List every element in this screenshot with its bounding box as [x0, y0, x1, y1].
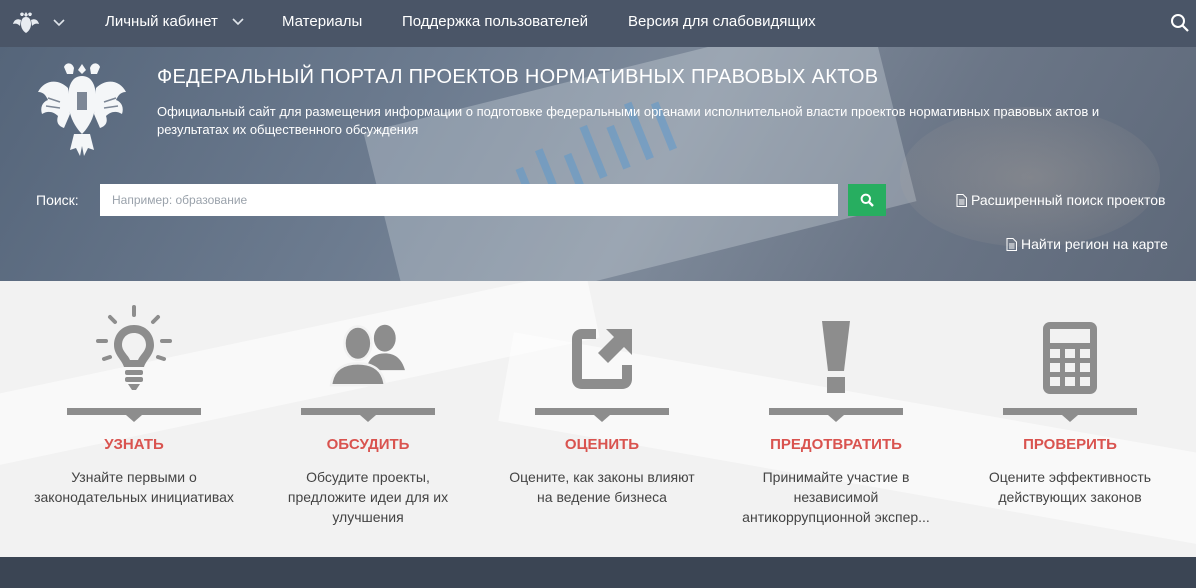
icon-shelf: [67, 408, 201, 415]
region-map-label: Найти регион на карте: [1021, 236, 1168, 252]
icon-shelf-notch: [828, 415, 844, 422]
advanced-search-link[interactable]: Расширенный поиск проектов: [956, 192, 1165, 208]
nav-item-cabinet[interactable]: Личный кабинет: [105, 13, 244, 30]
feature-description: Оцените эффективность действующих законо…: [988, 469, 1152, 505]
footer-band: [0, 557, 1196, 588]
document-icon: [956, 193, 967, 207]
hero-banner: ФЕДЕРАЛЬНЫЙ ПОРТАЛ ПРОЕКТОВ НОРМАТИВНЫХ …: [0, 47, 1196, 281]
emblem-icon[interactable]: [11, 8, 41, 38]
nav-item-support[interactable]: Поддержка пользователей: [402, 13, 588, 30]
search-icon: [860, 193, 874, 207]
feature-evaluate[interactable]: ОЦЕНИТЬ Оцените, как законы влияют на ве…: [502, 281, 702, 557]
external-link-icon: [572, 329, 632, 389]
feature-learn[interactable]: УЗНАТЬ Узнайте первыми о законодательных…: [34, 281, 234, 557]
icon-shelf: [1003, 408, 1137, 415]
lightbulb-icon: [96, 305, 172, 390]
calculator-icon: [1043, 322, 1097, 394]
exclamation-icon: [822, 321, 850, 393]
feature-prevent[interactable]: ПРЕДОТВРАТИТЬ Принимайте участие в незав…: [736, 281, 936, 557]
search-label: Поиск:: [36, 192, 79, 208]
chevron-down-icon: [232, 18, 244, 26]
region-map-link[interactable]: Найти регион на карте: [1006, 236, 1168, 252]
icon-shelf: [535, 408, 669, 415]
features-section: УЗНАТЬ Узнайте первыми о законодательных…: [0, 281, 1196, 557]
icon-shelf: [769, 408, 903, 415]
chevron-down-icon[interactable]: [52, 16, 66, 30]
site-title: ФЕДЕРАЛЬНЫЙ ПОРТАЛ ПРОЕКТОВ НОРМАТИВНЫХ …: [157, 66, 879, 88]
icon-shelf-notch: [126, 415, 142, 422]
icon-shelf: [301, 408, 435, 415]
search-input[interactable]: [100, 184, 838, 216]
coat-of-arms-icon[interactable]: [34, 58, 130, 160]
icon-shelf-notch: [1062, 415, 1078, 422]
feature-title[interactable]: ОЦЕНИТЬ: [502, 436, 702, 453]
feature-description: Оцените, как законы влияют на ведение би…: [509, 469, 695, 505]
feature-description: Принимайте участие в независимой антикор…: [742, 469, 930, 525]
feature-discuss[interactable]: ОБСУДИТЬ Обсудите проекты, предложите ид…: [268, 281, 468, 557]
advanced-search-label: Расширенный поиск проектов: [971, 192, 1166, 208]
site-subtitle: Официальный сайт для размещения информац…: [157, 104, 1100, 137]
feature-title[interactable]: ПРОВЕРИТЬ: [970, 436, 1170, 453]
feature-title[interactable]: ОБСУДИТЬ: [268, 436, 468, 453]
feature-title[interactable]: УЗНАТЬ: [34, 436, 234, 453]
nav-item-low-vision[interactable]: Версия для слабовидящих: [628, 13, 816, 30]
search-icon[interactable]: [1170, 13, 1190, 33]
document-icon: [1006, 237, 1017, 251]
nav-item-materials[interactable]: Материалы: [282, 13, 362, 30]
top-nav: Личный кабинет Материалы Поддержка польз…: [0, 0, 1196, 47]
feature-description: Обсудите проекты, предложите идеи для их…: [287, 469, 449, 525]
feature-check[interactable]: ПРОВЕРИТЬ Оцените эффективность действую…: [970, 281, 1170, 557]
nav-item-cabinet-label: Личный кабинет: [105, 13, 218, 30]
feature-description: Узнайте первыми о законодательных инициа…: [34, 469, 234, 505]
icon-shelf-notch: [594, 415, 610, 422]
search-button[interactable]: [848, 184, 886, 216]
feature-title[interactable]: ПРЕДОТВРАТИТЬ: [736, 436, 936, 453]
icon-shelf-notch: [360, 415, 376, 422]
users-icon: [329, 324, 405, 387]
